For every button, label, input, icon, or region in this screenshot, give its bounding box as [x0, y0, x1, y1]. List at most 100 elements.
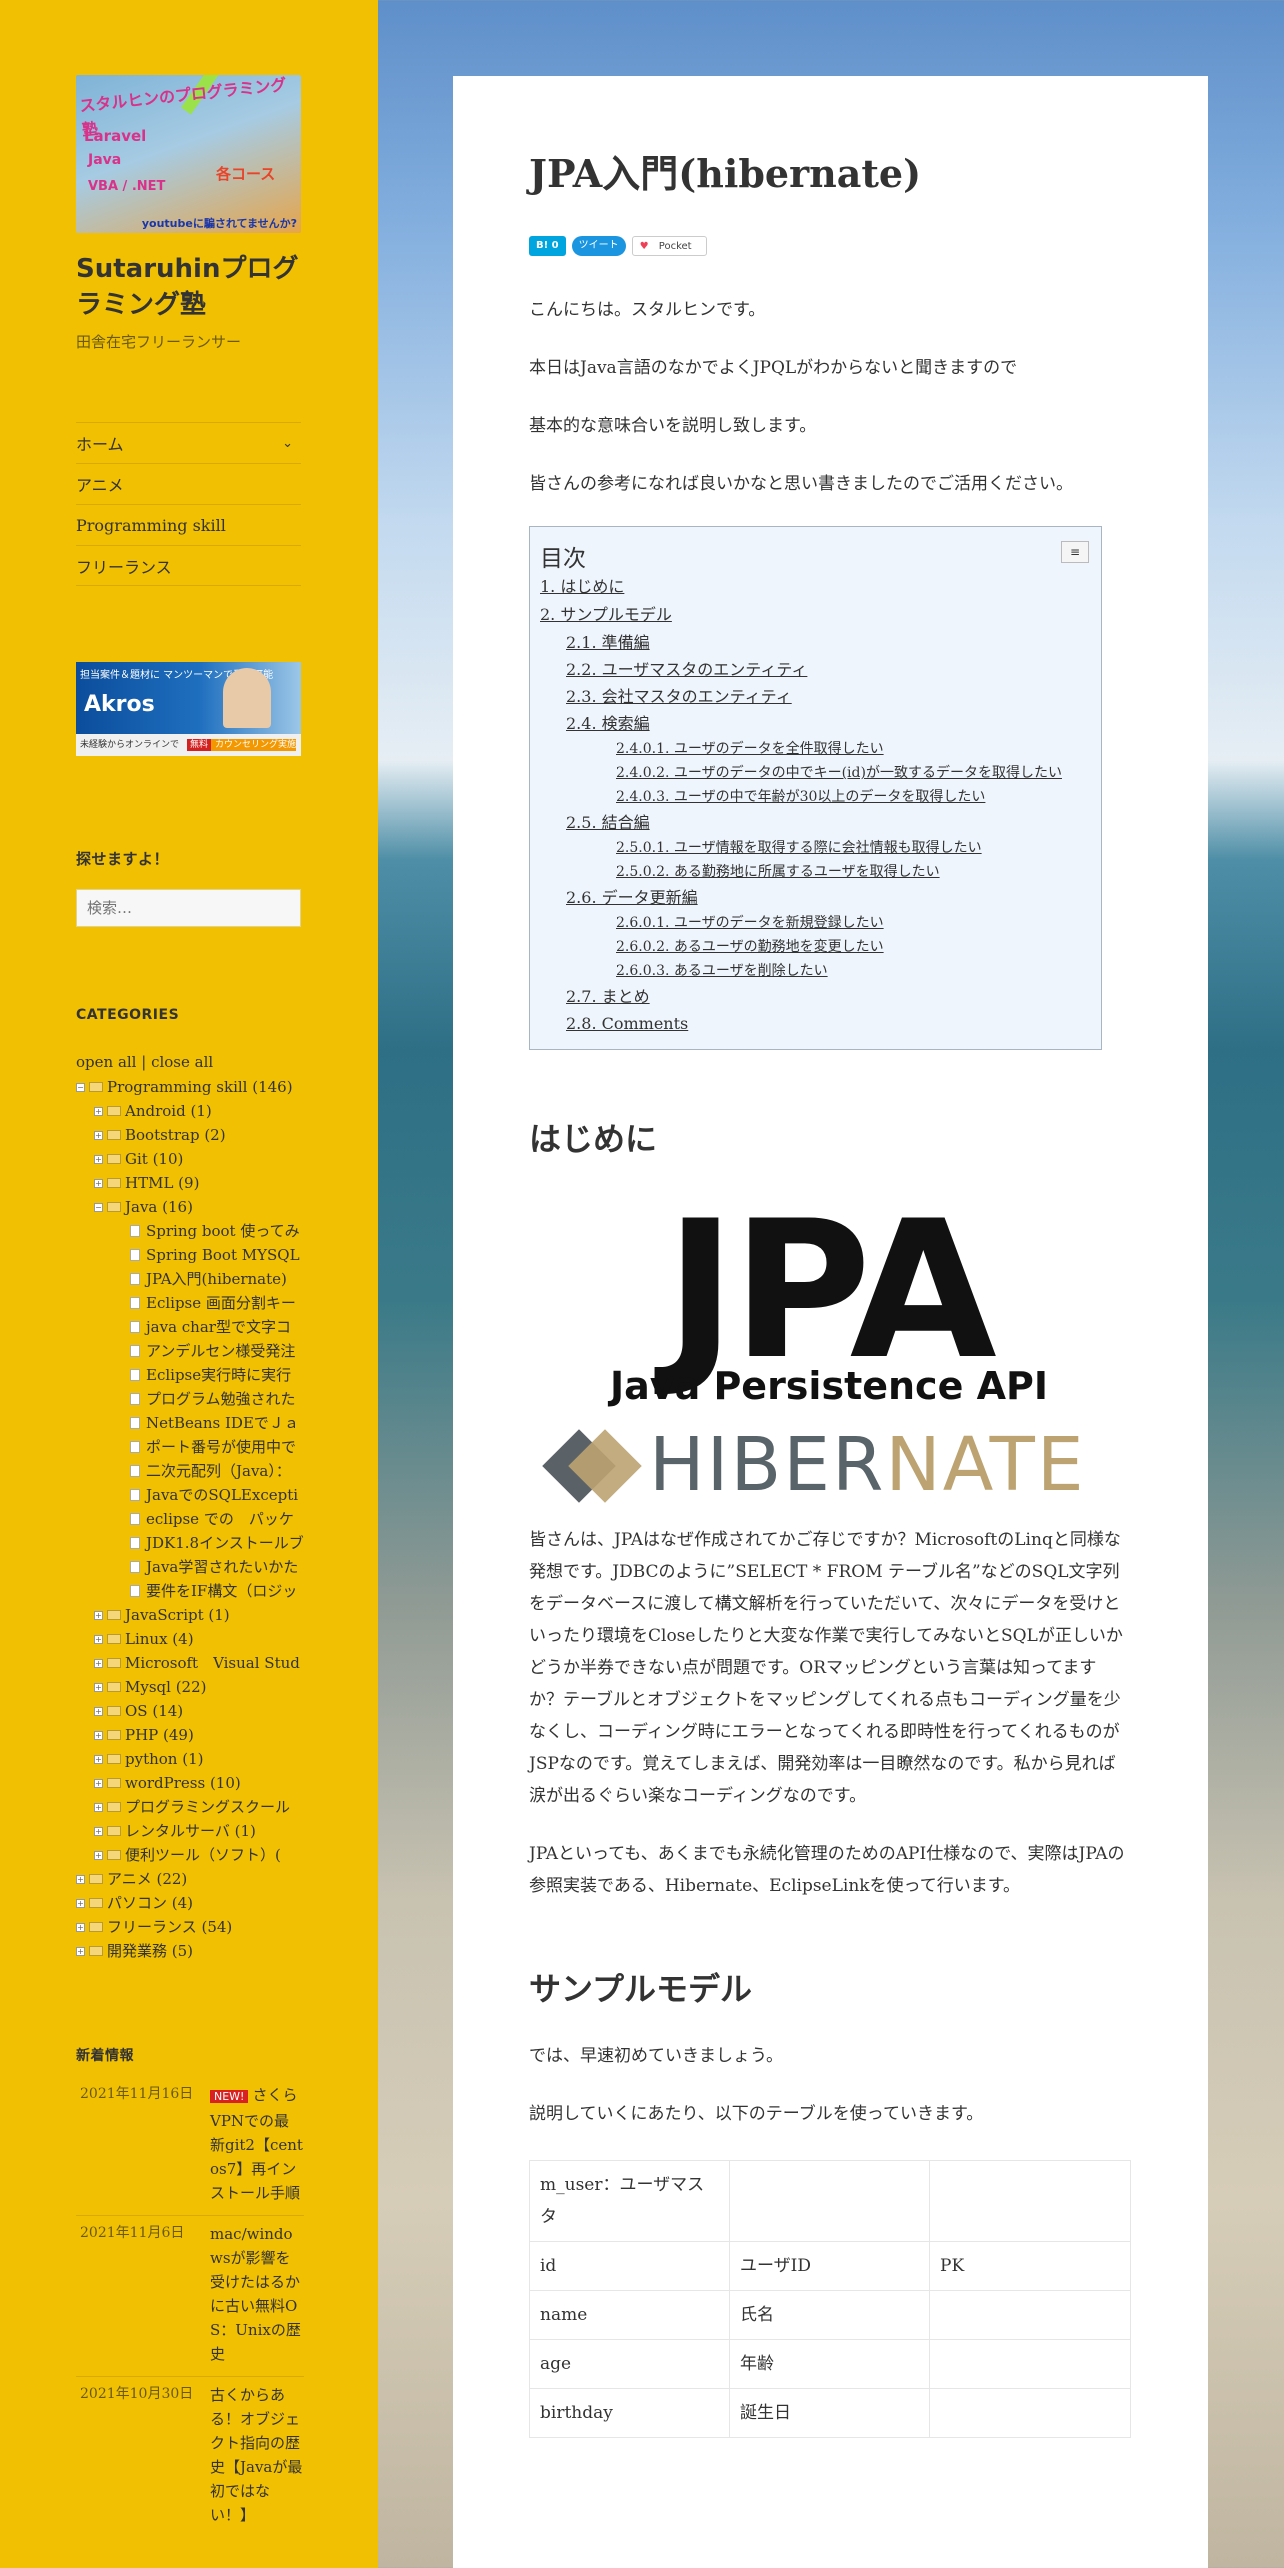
toc-link[interactable]: 2.1. 準備編 — [540, 629, 1091, 656]
category-label[interactable]: 二次元配列（Java）： — [146, 1459, 291, 1483]
akros-ad-banner[interactable]: 担当案件＆題材に マンツーマンで受講可能 Akros 未経験からオンラインで 無料… — [76, 662, 301, 756]
category-label[interactable]: 開発業務 (5) — [107, 1939, 193, 1963]
category-label[interactable]: JavaでのSQLExcepti — [146, 1483, 298, 1507]
toc-link[interactable]: 2.4.0.2. ユーザのデータの中でキー(id)が一致するデータを取得したい — [540, 761, 1091, 785]
toc-toggle-button[interactable]: ≡ — [1061, 541, 1089, 563]
news-title[interactable]: mac/windowsが影響を受けたはるかに古い無料OS：Unixの歴史 — [210, 2225, 301, 2363]
category-label[interactable]: Linux (4) — [125, 1627, 194, 1651]
category-label[interactable]: NetBeans IDEでＪａ — [146, 1411, 299, 1435]
expand-icon[interactable]: + — [94, 1106, 103, 1116]
close-all-link[interactable]: close all — [151, 1053, 213, 1071]
news-item[interactable]: 2021年11月6日 mac/windowsが影響を受けたはるかに古い無料OS：U… — [76, 2215, 304, 2376]
category-tree-item[interactable]: + Android (1) — [76, 1099, 304, 1123]
category-label[interactable]: フリーランス (54) — [107, 1915, 232, 1939]
expand-icon[interactable]: + — [94, 1850, 103, 1860]
search-input[interactable] — [76, 889, 301, 927]
category-tree-item[interactable]: + レンタルサーバ (1) — [76, 1819, 304, 1843]
nav-item-programming-skill[interactable]: Programming skill — [76, 504, 301, 545]
category-label[interactable]: JavaScript (1) — [125, 1603, 230, 1627]
category-label[interactable]: Eclipse実行時に実行 — [146, 1363, 291, 1387]
toc-link[interactable]: 2.5. 結合編 — [540, 809, 1091, 836]
news-link[interactable]: mac/windowsが影響を受けたはるかに古い無料OS：Unixの歴史 — [210, 2222, 304, 2366]
category-tree-item[interactable]: + PHP (49) — [76, 1723, 304, 1747]
category-tree-item[interactable]: eclipse での パッケ — [76, 1507, 304, 1531]
category-label[interactable]: Bootstrap (2) — [125, 1123, 226, 1147]
category-tree-item[interactable]: Eclipse実行時に実行 — [76, 1363, 304, 1387]
expand-icon[interactable]: + — [94, 1130, 103, 1140]
category-tree-item[interactable]: + プログラミングスクール — [76, 1795, 304, 1819]
site-logo[interactable]: スタルヒンのプログラミング塾 Laravel Java VBA / .NET 各… — [76, 75, 301, 233]
category-tree-item[interactable]: JPA入門(hibernate) — [76, 1267, 304, 1291]
category-label[interactable]: JPA入門(hibernate) — [146, 1267, 287, 1291]
collapse-icon[interactable]: − — [76, 1082, 85, 1092]
expand-icon[interactable]: + — [76, 1922, 85, 1932]
expand-icon[interactable]: + — [94, 1802, 103, 1812]
toc-link[interactable]: 2.4. 検索編 — [540, 710, 1091, 737]
expand-icon[interactable]: + — [94, 1154, 103, 1164]
expand-icon[interactable]: + — [94, 1178, 103, 1188]
category-tree-item[interactable]: + Bootstrap (2) — [76, 1123, 304, 1147]
tweet-button[interactable]: ツイート — [571, 236, 626, 256]
category-label[interactable]: Programming skill (146) — [107, 1075, 293, 1099]
category-label[interactable]: OS (14) — [125, 1699, 183, 1723]
category-label[interactable]: アンデルセン様受発注 — [146, 1339, 295, 1363]
category-tree-item[interactable]: + フリーランス (54) — [76, 1915, 304, 1939]
category-label[interactable]: Eclipse 画面分割キー — [146, 1291, 296, 1315]
category-label[interactable]: java char型で文字コ — [146, 1315, 291, 1339]
expand-icon[interactable]: + — [94, 1682, 103, 1692]
category-label[interactable]: アニメ (22) — [107, 1867, 187, 1891]
category-tree-item[interactable]: + アニメ (22) — [76, 1867, 304, 1891]
toc-link[interactable]: 2.5.0.2. ある勤務地に所属するユーザを取得したい — [540, 860, 1091, 884]
toc-link[interactable]: 2. サンプルモデル — [540, 601, 1091, 629]
category-tree-item[interactable]: + python (1) — [76, 1747, 304, 1771]
news-link[interactable]: NEW! さくらVPNでの最新git2【centos7】再インストール手順 — [210, 2083, 304, 2205]
category-label[interactable]: Mysql (22) — [125, 1675, 207, 1699]
category-tree-item[interactable]: − Programming skill (146) — [76, 1075, 304, 1099]
category-tree-item[interactable]: Spring Boot MYSQL — [76, 1243, 304, 1267]
category-tree-item[interactable]: + HTML (9) — [76, 1171, 304, 1195]
category-label[interactable]: wordPress (10) — [125, 1771, 241, 1795]
category-label[interactable]: JDK1.8インストールブ — [146, 1531, 304, 1555]
pocket-button[interactable]: ♥ Pocket — [631, 236, 707, 256]
category-tree-item[interactable]: 二次元配列（Java）： — [76, 1459, 304, 1483]
expand-icon[interactable]: + — [94, 1658, 103, 1668]
expand-icon[interactable]: + — [76, 1874, 85, 1884]
news-title[interactable]: さくらVPNでの最新git2【centos7】再インストール手順 — [210, 2086, 303, 2202]
category-tree-item[interactable]: + JavaScript (1) — [76, 1603, 304, 1627]
nav-item-anime[interactable]: アニメ — [76, 463, 301, 504]
toc-link[interactable]: 2.5.0.1. ユーザ情報を取得する際に会社情報も取得したい — [540, 836, 1091, 860]
toc-link[interactable]: 2.7. まとめ — [540, 983, 1091, 1010]
category-tree-item[interactable]: JDK1.8インストールブ — [76, 1531, 304, 1555]
category-label[interactable]: PHP (49) — [125, 1723, 194, 1747]
chevron-down-icon[interactable]: ⌄ — [282, 436, 301, 451]
category-tree-item[interactable]: + Linux (4) — [76, 1627, 304, 1651]
toc-link[interactable]: 2.6.0.2. あるユーザの勤務地を変更したい — [540, 935, 1091, 959]
category-tree-item[interactable]: Eclipse 画面分割キー — [76, 1291, 304, 1315]
category-tree-item[interactable]: + Mysql (22) — [76, 1675, 304, 1699]
category-label[interactable]: プログラム勉強された — [146, 1387, 296, 1411]
category-label[interactable]: Git (10) — [125, 1147, 183, 1171]
news-title[interactable]: 古くからある！オブジェクト指向の歴史【Javaが最初ではない！】 — [210, 2386, 302, 2524]
category-tree-item[interactable]: + 便利ツール（ソフト）( — [76, 1843, 304, 1867]
category-label[interactable]: パソコン (4) — [107, 1891, 193, 1915]
news-link[interactable]: 古くからある！オブジェクト指向の歴史【Javaが最初ではない！】 — [210, 2383, 304, 2527]
category-label[interactable]: ポート番号が使用中で — [146, 1435, 296, 1459]
category-tree-item[interactable]: プログラム勉強された — [76, 1387, 304, 1411]
category-tree-item[interactable]: ポート番号が使用中で — [76, 1435, 304, 1459]
expand-icon[interactable]: + — [94, 1754, 103, 1764]
site-title[interactable]: Sutaruhinプログラミング塾 — [76, 251, 316, 323]
toc-link[interactable]: 2.6.0.3. あるユーザを削除したい — [540, 959, 1091, 983]
category-tree-item[interactable]: + パソコン (4) — [76, 1891, 304, 1915]
category-tree-item[interactable]: + OS (14) — [76, 1699, 304, 1723]
hatena-bookmark-button[interactable]: B! 0 — [529, 236, 566, 256]
category-tree-item[interactable]: + 開発業務 (5) — [76, 1939, 304, 1963]
open-all-link[interactable]: open all — [76, 1053, 136, 1071]
category-label[interactable]: Microsoft Visual Stud — [125, 1651, 300, 1675]
toc-link[interactable]: 2.8. Comments — [540, 1010, 1091, 1037]
category-tree-item[interactable]: java char型で文字コ — [76, 1315, 304, 1339]
expand-icon[interactable]: + — [94, 1610, 103, 1620]
toc-link[interactable]: 2.3. 会社マスタのエンティティ — [540, 683, 1091, 710]
expand-icon[interactable]: + — [94, 1730, 103, 1740]
category-tree-item[interactable]: + Git (10) — [76, 1147, 304, 1171]
category-label[interactable]: Java学習されたいかた — [146, 1555, 298, 1579]
